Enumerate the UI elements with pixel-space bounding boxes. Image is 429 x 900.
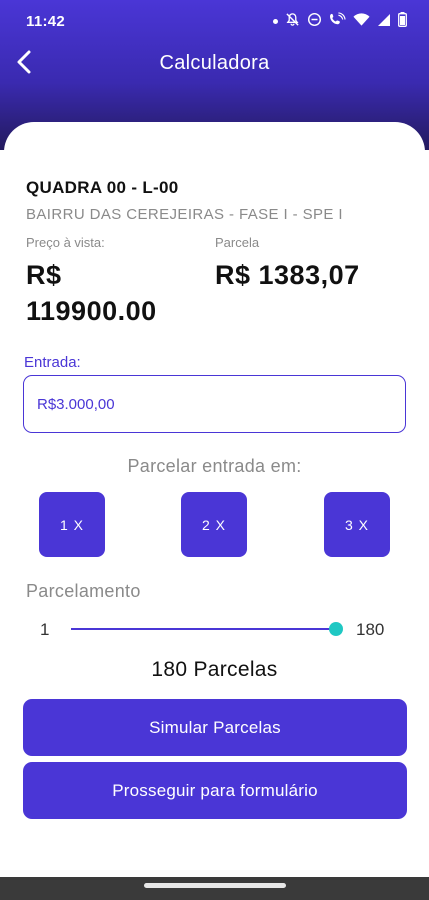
- lot-title: QUADRA 00 - L-00: [26, 178, 179, 197]
- installments-slider-thumb[interactable]: [329, 622, 343, 636]
- simulate-button[interactable]: Simular Parcelas: [23, 699, 407, 756]
- slider-max-label: 180: [356, 620, 385, 639]
- page-title: Calculadora: [159, 52, 270, 74]
- split-2x-button[interactable]: 2 X: [181, 492, 247, 557]
- down-payment-label: Entrada:: [24, 354, 81, 371]
- bell-off-icon: [285, 12, 300, 31]
- app-bar: Calculadora: [0, 44, 429, 88]
- down-payment-input[interactable]: [23, 375, 406, 433]
- installment-label: Parcela: [215, 235, 260, 250]
- calculator-card: QUADRA 00 - L-00 BAIRRU DAS CEREJEIRAS -…: [4, 122, 425, 877]
- status-time: 11:42: [26, 13, 66, 30]
- status-bar: 11:42: [0, 0, 429, 44]
- cash-price-value: 119900.00: [26, 296, 157, 326]
- lot-subtitle: BAIRRU DAS CEREJEIRAS - FASE I - SPE I: [26, 206, 343, 223]
- cash-price-currency: R$: [26, 260, 62, 290]
- cash-price-label: Preço à vista:: [26, 235, 105, 250]
- slider-min-label: 1: [40, 620, 50, 639]
- split-3x-button[interactable]: 3 X: [324, 492, 390, 557]
- signal-icon: [377, 13, 391, 31]
- installments-label: Parcelamento: [26, 581, 141, 601]
- wifi-icon: [353, 12, 370, 31]
- battery-icon: [398, 12, 407, 31]
- system-nav-bar: [0, 877, 429, 900]
- proceed-button[interactable]: Prosseguir para formulário: [23, 762, 407, 819]
- installment-value: R$ 1383,07: [215, 260, 360, 290]
- installments-count: 180 Parcelas: [151, 658, 278, 681]
- do-not-disturb-icon: [307, 12, 322, 31]
- notification-dot-icon: [273, 19, 278, 24]
- split-down-payment-label: Parcelar entrada em:: [127, 456, 302, 476]
- installments-slider-track[interactable]: [71, 628, 336, 630]
- split-1x-button[interactable]: 1 X: [39, 492, 105, 557]
- wifi-call-icon: [329, 12, 346, 31]
- status-icons: [273, 12, 407, 31]
- home-handle[interactable]: [144, 883, 286, 888]
